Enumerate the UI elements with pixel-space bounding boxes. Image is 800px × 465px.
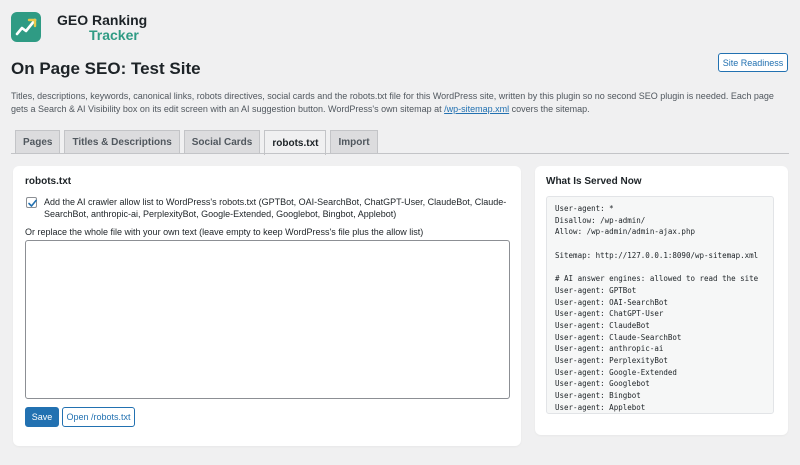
save-button[interactable]: Save (25, 407, 59, 427)
served-line: # AI answer engines: allowed to read the… (555, 274, 759, 284)
tab-import[interactable]: Import (330, 130, 378, 154)
served-line: User-agent: anthropic-ai (555, 344, 664, 354)
served-line: User-agent: PerplexityBot (555, 355, 668, 365)
served-line: User-agent: Claude-SearchBot (555, 332, 682, 342)
brand-name-line2: Tracker (89, 27, 139, 43)
tab-divider (11, 153, 789, 154)
brand-name-line1: GEO Ranking (57, 12, 148, 28)
tab-bar: Pages Titles & Descriptions Social Cards… (15, 130, 378, 155)
brand-logo-icon (11, 12, 41, 42)
ai-allow-list-checkbox[interactable] (26, 197, 37, 208)
site-readiness-button[interactable]: Site Readiness (718, 53, 788, 72)
description-text-2: covers the sitemap. (509, 104, 590, 114)
robots-settings-card: robots.txt Add the AI crawler allow list… (13, 166, 521, 446)
served-line (555, 261, 765, 273)
sitemap-link[interactable]: /wp-sitemap.xml (444, 104, 509, 114)
replace-file-label: Or replace the whole file with your own … (25, 227, 424, 237)
tab-social-cards[interactable]: Social Cards (183, 130, 261, 154)
served-now-heading: What Is Served Now (546, 176, 642, 187)
served-line: User-agent: * (555, 204, 614, 213)
served-line: User-agent: OAI-SearchBot (555, 297, 668, 307)
open-robots-txt-button[interactable]: Open /robots.txt (62, 407, 135, 427)
tab-pages[interactable]: Pages (15, 130, 61, 154)
served-line: User-agent: GPTBot (555, 285, 637, 295)
served-robots-content: User-agent: * Disallow: /wp-admin/ Allow… (546, 196, 774, 414)
served-line: Allow: /wp-admin/admin-ajax.php (555, 227, 695, 237)
tab-robots-txt[interactable]: robots.txt (264, 130, 327, 155)
brand-name: GEO Ranking Tracker (57, 13, 147, 42)
checkmark-icon (28, 199, 37, 207)
served-line: User-agent: Applebot (555, 402, 646, 412)
served-line: Sitemap: http://127.0.0.1:8090/wp-sitema… (555, 250, 759, 260)
served-line: User-agent: Bingbot (555, 391, 641, 400)
robots-custom-textarea[interactable] (25, 240, 510, 399)
page-title: On Page SEO: Test Site (11, 59, 201, 78)
served-line: User-agent: Googlebot (555, 379, 650, 389)
served-line (555, 238, 765, 250)
served-line: User-agent: ChatGPT-User (555, 309, 664, 319)
ai-allow-list-label[interactable]: Add the AI crawler allow list to WordPre… (44, 196, 514, 220)
tab-titles-descriptions[interactable]: Titles & Descriptions (64, 130, 180, 154)
served-line: User-agent: Google-Extended (555, 367, 677, 377)
page-description: Titles, descriptions, keywords, canonica… (11, 90, 791, 116)
served-now-card: What Is Served Now User-agent: * Disallo… (535, 166, 788, 435)
robots-heading: robots.txt (25, 176, 72, 187)
description-text-1: Titles, descriptions, keywords, canonica… (11, 91, 774, 114)
served-line: User-agent: ClaudeBot (555, 320, 650, 330)
served-line: Disallow: /wp-admin/ (555, 215, 646, 225)
